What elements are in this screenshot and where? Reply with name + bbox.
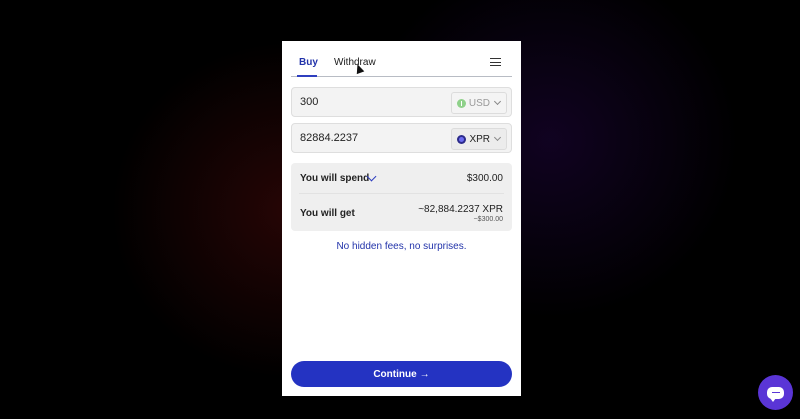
hamburger-menu-icon[interactable]	[490, 58, 502, 67]
chat-launcher-button[interactable]	[758, 375, 793, 410]
continue-label: Continue	[373, 368, 417, 380]
crypto-currency-label: XPR	[469, 133, 490, 145]
get-value: ~82,884.2237 XPR	[418, 204, 503, 215]
spend-label[interactable]: You will spend	[300, 173, 369, 184]
fiat-amount-input[interactable]	[300, 96, 440, 108]
fiat-amount-field: USD	[291, 87, 512, 117]
fiat-currency-label: USD	[468, 97, 490, 109]
buy-widget: Buy Withdraw USD XPR You will spend $300…	[282, 41, 521, 396]
chevron-down-icon	[493, 97, 502, 106]
chat-icon	[767, 386, 784, 402]
get-label: You will get	[300, 208, 355, 219]
xpr-coin-icon	[457, 134, 467, 144]
usd-coin-icon	[456, 98, 466, 108]
order-summary: You will spend $300.00 You will get ~82,…	[291, 163, 512, 231]
active-tab-indicator	[297, 75, 317, 77]
tab-buy[interactable]: Buy	[299, 57, 318, 68]
crypto-amount-input[interactable]	[300, 132, 440, 144]
tagline: No hidden fees, no surprises.	[336, 241, 467, 252]
chevron-down-icon	[493, 133, 502, 142]
crypto-currency-select[interactable]: XPR	[451, 128, 507, 150]
arrow-right-icon: →	[419, 368, 430, 380]
continue-button[interactable]: Continue →	[291, 361, 512, 387]
tab-bar: Buy Withdraw	[291, 41, 512, 77]
spend-value: $300.00	[466, 173, 503, 184]
get-fiat-equivalent: ~$300.00	[473, 216, 503, 223]
summary-divider	[299, 193, 504, 194]
crypto-amount-field: XPR	[291, 123, 512, 153]
fiat-currency-select[interactable]: USD	[450, 92, 507, 114]
